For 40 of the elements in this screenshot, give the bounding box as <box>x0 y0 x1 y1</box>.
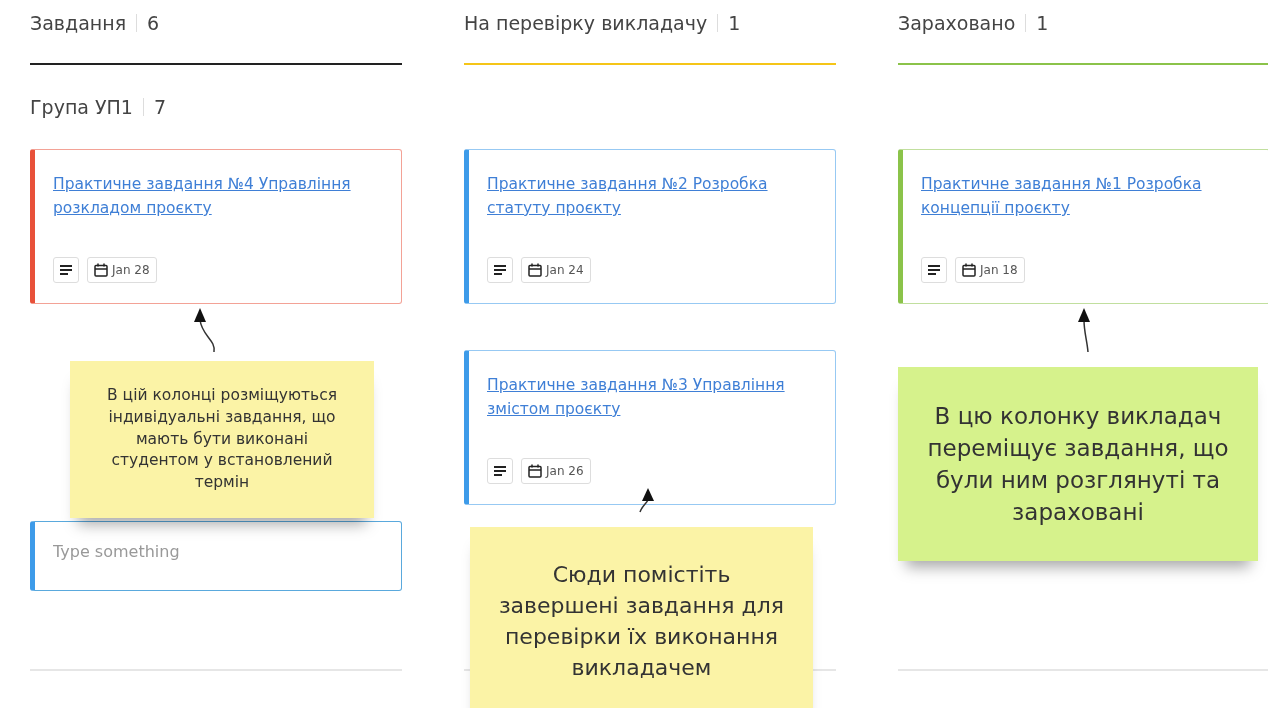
task-card[interactable]: Практичне завдання №1 Розробка концепції проєкту Jan 18 <box>898 149 1268 304</box>
calendar-icon <box>94 263 108 277</box>
due-date: Jan 24 <box>546 263 584 277</box>
due-date: Jan 28 <box>112 263 150 277</box>
due-date-chip[interactable]: Jan 26 <box>521 458 591 484</box>
column-title: Завдання <box>30 12 127 34</box>
task-card[interactable]: Практичне завдання №2 Розробка статуту проєкту Jan 24 <box>464 149 836 304</box>
description-button[interactable] <box>53 257 79 283</box>
group-title: Група УП1 <box>30 96 133 118</box>
column-count: 1 <box>728 12 741 34</box>
description-icon <box>494 265 506 275</box>
column-count: 6 <box>147 12 160 34</box>
due-date: Jan 18 <box>980 263 1018 277</box>
task-card[interactable]: Практичне завдання №3 Управління змістом проєкту Jan 26 <box>464 350 836 505</box>
column-title: Зараховано <box>898 12 1016 34</box>
description-icon <box>494 466 506 476</box>
task-link[interactable]: Практичне завдання №4 Управління розкладом проєкту <box>53 172 381 220</box>
task-link[interactable]: Практичне завдання №2 Розробка статуту проєкту <box>487 172 815 220</box>
due-date-chip[interactable]: Jan 28 <box>87 257 157 283</box>
note-text: В цю колонку викладач переміщує завдання, що були ним розглянуті та зараховані <box>926 401 1230 528</box>
calendar-icon <box>962 263 976 277</box>
calendar-icon <box>528 263 542 277</box>
due-date-chip[interactable]: Jan 24 <box>521 257 591 283</box>
column-title: На перевірку викладачу <box>464 12 708 34</box>
due-date-chip[interactable]: Jan 18 <box>955 257 1025 283</box>
column-count: 1 <box>1036 12 1049 34</box>
group-count: 7 <box>153 96 167 118</box>
task-link[interactable]: Практичне завдання №1 Розробка концепції проєкту <box>921 172 1249 220</box>
task-card[interactable]: Практичне завдання №4 Управління розкладом проєкту Jan 28 <box>30 149 402 304</box>
description-icon <box>928 265 940 275</box>
description-icon <box>60 265 72 275</box>
description-button[interactable] <box>487 257 513 283</box>
note-text: В цій колонці розміщуються індивідуальні завдання, що мають бути виконані студентом у встановлений термін <box>106 385 338 494</box>
description-button[interactable] <box>487 458 513 484</box>
task-link[interactable]: Практичне завдання №3 Управління змістом проєкту <box>487 373 815 421</box>
calendar-icon <box>528 464 542 478</box>
due-date: Jan 26 <box>546 464 584 478</box>
new-card-input[interactable]: Type something <box>30 521 402 591</box>
description-button[interactable] <box>921 257 947 283</box>
note-text: Сюди помістіть завершені завдання для перевірки їх виконання викладачем <box>497 561 786 682</box>
